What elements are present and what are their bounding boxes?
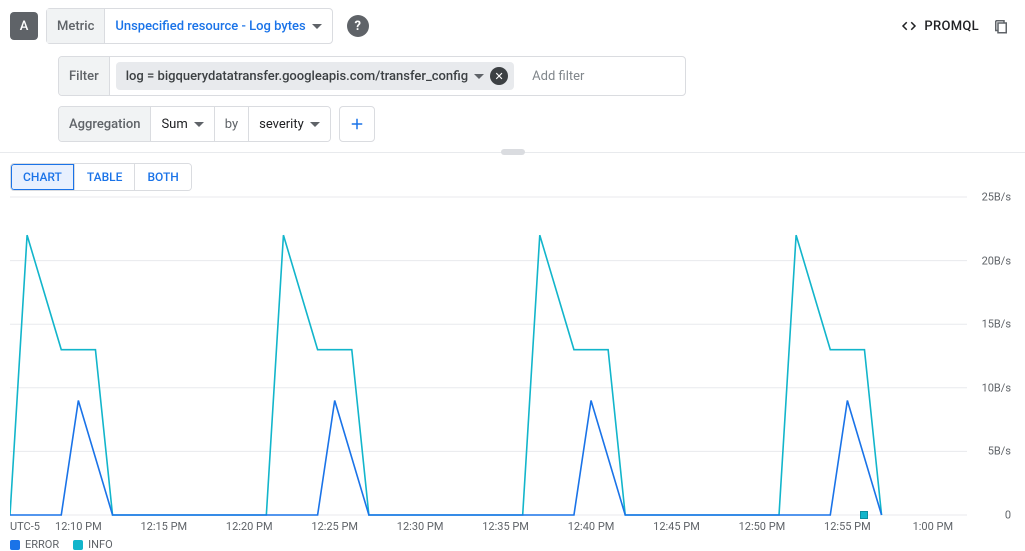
aggregation-field-value: severity bbox=[259, 117, 304, 132]
aggregation-function-value: Sum bbox=[161, 117, 187, 132]
filter-chip-text: log = bigquerydatatransfer.googleapis.co… bbox=[126, 69, 468, 84]
y-axis-tick: 0 bbox=[1005, 509, 1011, 522]
promql-label: PROMQL bbox=[924, 19, 979, 34]
tab-chart[interactable]: CHART bbox=[11, 164, 75, 190]
legend-label-error: ERROR bbox=[25, 538, 59, 551]
tab-table[interactable]: TABLE bbox=[75, 164, 136, 190]
drag-handle-icon[interactable] bbox=[501, 149, 525, 155]
filter-field[interactable]: Filter log = bigquerydatatransfer.google… bbox=[58, 56, 686, 96]
current-time-marker bbox=[860, 511, 868, 519]
filter-label: Filter bbox=[59, 57, 110, 95]
chevron-down-icon bbox=[310, 122, 320, 127]
legend-label-info: INFO bbox=[88, 538, 113, 551]
tab-both[interactable]: BOTH bbox=[135, 164, 190, 190]
aggregation-function[interactable]: Sum bbox=[151, 107, 214, 141]
aggregation-label: Aggregation bbox=[59, 107, 151, 141]
copy-icon[interactable] bbox=[987, 17, 1015, 35]
x-axis-tick: 12:55 PM bbox=[824, 520, 871, 533]
filter-chip[interactable]: log = bigquerydatatransfer.googleapis.co… bbox=[116, 62, 514, 90]
aggregation-by: by bbox=[215, 107, 249, 141]
chart-svg bbox=[10, 191, 1015, 551]
y-axis-tick: 10B/s bbox=[982, 381, 1011, 394]
code-icon bbox=[900, 17, 918, 35]
y-axis-tick: 25B/s bbox=[982, 191, 1011, 204]
legend: ERROR INFO bbox=[10, 538, 113, 551]
y-axis-tick: 15B/s bbox=[982, 318, 1011, 331]
x-axis-tick: 12:25 PM bbox=[311, 520, 358, 533]
metric-label: Metric bbox=[47, 9, 105, 43]
chevron-down-icon bbox=[194, 122, 204, 127]
series-badge: A bbox=[10, 12, 38, 40]
y-axis-tick: 5B/s bbox=[988, 445, 1011, 458]
help-icon[interactable]: ? bbox=[347, 15, 369, 37]
x-axis-tick: 12:30 PM bbox=[397, 520, 444, 533]
add-aggregation-button[interactable] bbox=[339, 106, 375, 142]
chevron-down-icon bbox=[312, 24, 322, 29]
x-axis-tick: 12:45 PM bbox=[653, 520, 700, 533]
metric-selector[interactable]: Metric Unspecified resource - Log bytes bbox=[46, 8, 333, 44]
chevron-down-icon bbox=[474, 74, 484, 79]
aggregation-group: Aggregation Sum by severity bbox=[58, 106, 331, 142]
timezone-label: UTC-5 bbox=[10, 520, 40, 533]
x-axis-tick: 12:20 PM bbox=[226, 520, 273, 533]
aggregation-field[interactable]: severity bbox=[249, 107, 330, 141]
legend-swatch-error bbox=[10, 540, 20, 550]
x-axis-tick: 1:00 PM bbox=[913, 520, 953, 533]
view-tabs: CHART TABLE BOTH bbox=[10, 163, 192, 191]
legend-item-error[interactable]: ERROR bbox=[10, 538, 59, 551]
x-axis-tick: 12:10 PM bbox=[55, 520, 102, 533]
promql-toggle[interactable]: PROMQL bbox=[900, 17, 979, 35]
legend-swatch-info bbox=[73, 540, 83, 550]
x-axis-tick: 12:35 PM bbox=[482, 520, 529, 533]
metric-value: Unspecified resource - Log bytes bbox=[115, 19, 305, 34]
x-axis-tick: 12:50 PM bbox=[739, 520, 786, 533]
legend-item-info[interactable]: INFO bbox=[73, 538, 113, 551]
remove-filter-icon[interactable]: ✕ bbox=[490, 67, 508, 85]
x-axis-tick: 12:15 PM bbox=[140, 520, 187, 533]
y-axis-tick: 20B/s bbox=[982, 254, 1011, 267]
panel-divider[interactable] bbox=[0, 152, 1025, 153]
x-axis-tick: 12:40 PM bbox=[568, 520, 615, 533]
add-filter-input[interactable]: Add filter bbox=[532, 69, 584, 84]
chart-area[interactable]: 0 5B/s 10B/s 15B/s 20B/s 25B/s 12:10 PM 12:15 … bbox=[10, 191, 1015, 551]
